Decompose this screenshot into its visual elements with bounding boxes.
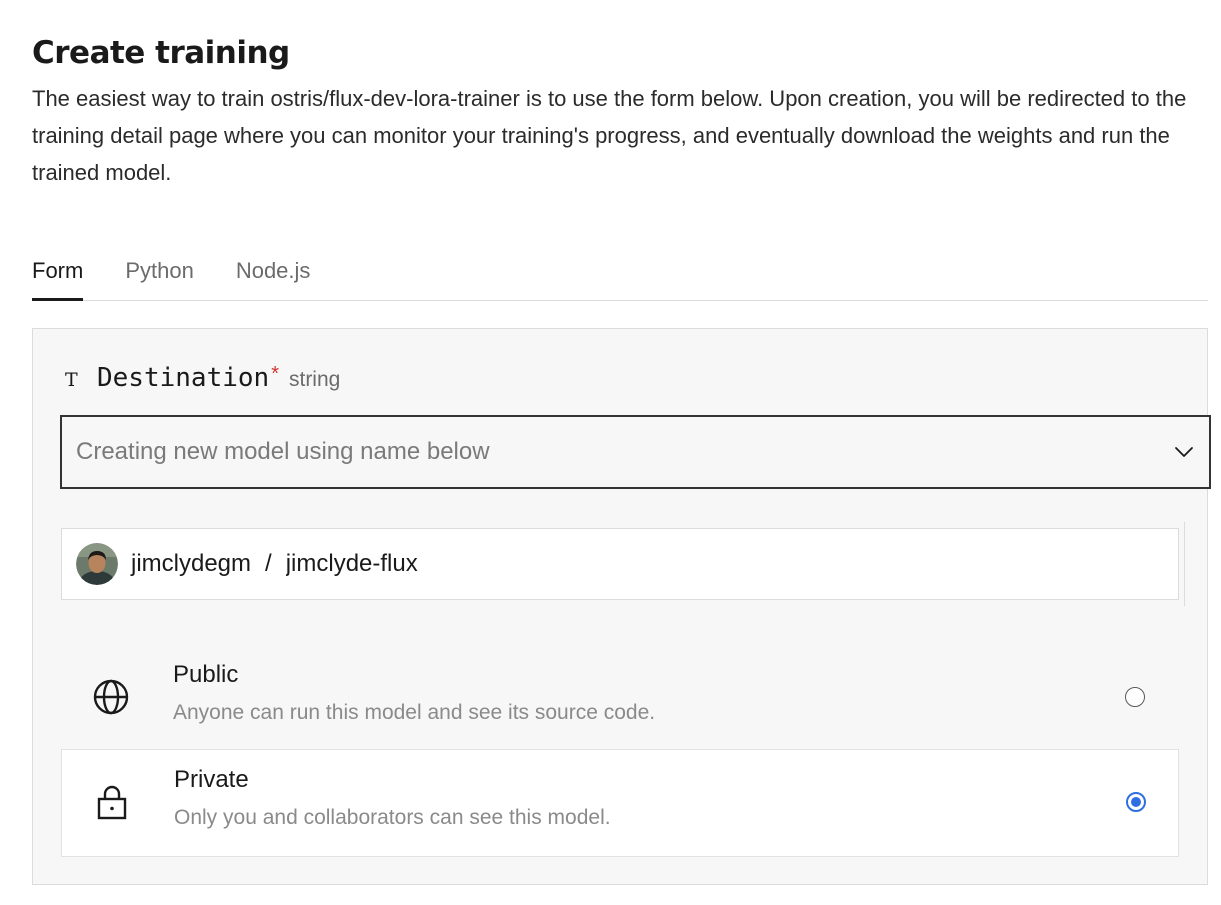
destination-label: T Destination * string (65, 363, 340, 395)
visibility-title: Public (173, 661, 239, 688)
model-name-input[interactable] (285, 544, 1178, 584)
public-radio[interactable] (1125, 687, 1145, 707)
tab-bar: Form Python Node.js (32, 242, 1208, 301)
required-marker: * (271, 363, 279, 385)
avatar (76, 543, 118, 585)
visibility-option-public[interactable]: Public Anyone can run this model and see… (61, 645, 1177, 751)
model-owner: jimclydegm (131, 550, 252, 577)
tab-python[interactable]: Python (125, 242, 194, 300)
lock-icon (92, 782, 132, 822)
field-name: Destination (97, 363, 270, 393)
destination-select-value: Creating new model using name below (76, 438, 490, 465)
visibility-option-private[interactable]: Private Only you and collaborators can s… (61, 749, 1179, 857)
owner-separator: / (265, 550, 272, 577)
visibility-description: Anyone can run this model and see its so… (173, 701, 656, 724)
model-name-row: jimclydegm / (61, 528, 1179, 600)
training-form: T Destination * string Creating new mode… (32, 328, 1211, 885)
tab-form[interactable]: Form (32, 242, 84, 301)
visibility-description: Only you and collaborators can see this … (174, 806, 611, 829)
destination-select[interactable]: Creating new model using name below (60, 415, 1211, 489)
text-type-icon: T (65, 369, 78, 391)
private-radio[interactable] (1126, 792, 1146, 812)
page: Create training The easiest way to train… (32, 32, 1211, 885)
field-type: string (288, 368, 341, 391)
tab-nodejs[interactable]: Node.js (236, 242, 311, 300)
globe-icon (91, 677, 131, 717)
page-title: Create training (32, 35, 290, 71)
visibility-title: Private (174, 766, 249, 793)
page-description: The easiest way to train ostris/flux-dev… (32, 86, 1187, 185)
chevron-down-icon (1173, 441, 1195, 463)
divider (1184, 522, 1185, 606)
